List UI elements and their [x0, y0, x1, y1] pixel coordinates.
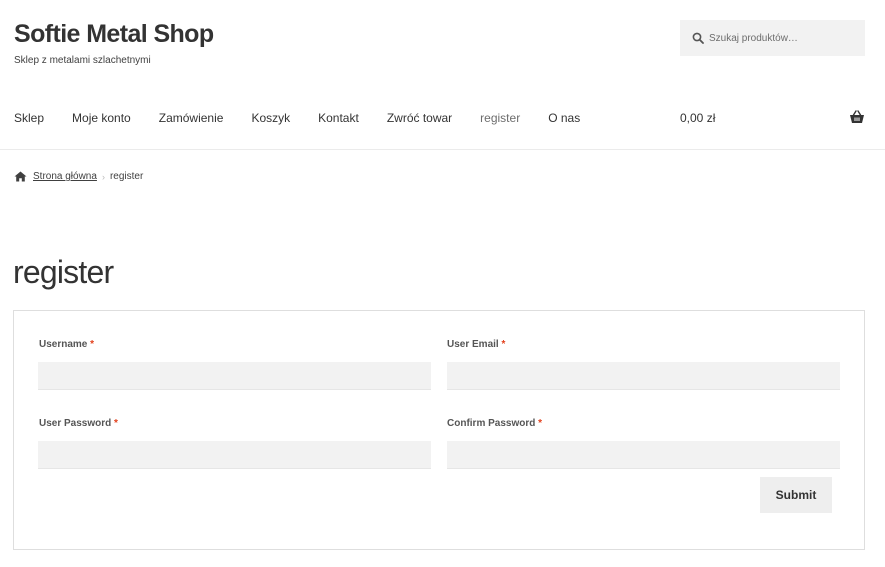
required-marker: * [538, 418, 543, 429]
submit-button[interactable]: Submit [760, 477, 832, 513]
main-navigation: Sklep Moje konto Zamówienie Koszyk Konta… [14, 111, 608, 125]
email-label-text: User Email [447, 339, 499, 350]
search-box[interactable] [680, 20, 865, 56]
breadcrumb-home-link[interactable]: Strona główna [33, 171, 97, 182]
site-title[interactable]: Softie Metal Shop [14, 20, 214, 49]
nav-item-moje-konto[interactable]: Moje konto [72, 111, 131, 125]
email-input[interactable] [447, 362, 840, 390]
required-marker: * [114, 418, 118, 429]
register-form: Username * User Email * User Password * … [13, 310, 865, 550]
nav-item-o-nas[interactable]: O nas [548, 111, 580, 125]
search-input[interactable] [709, 32, 859, 44]
confirm-password-label-text: Confirm Password [447, 418, 536, 429]
home-icon [14, 171, 27, 182]
breadcrumb-separator: › [101, 171, 105, 182]
nav-item-kontakt[interactable]: Kontakt [318, 111, 359, 125]
required-marker: * [501, 339, 506, 350]
confirm-password-input[interactable] [447, 441, 840, 469]
cart-total[interactable]: 0,00 zł [680, 111, 715, 125]
nav-item-sklep[interactable]: Sklep [14, 111, 44, 125]
site-tagline: Sklep z metalami szlachetnymi [14, 55, 151, 66]
page-title: register [13, 254, 114, 290]
breadcrumb: Strona główna › register [14, 171, 143, 182]
basket-icon[interactable] [849, 110, 865, 124]
password-label: User Password * [39, 418, 118, 429]
password-label-text: User Password [39, 418, 112, 429]
username-label-text: Username [39, 339, 88, 350]
required-marker: * [90, 339, 95, 350]
breadcrumb-current: register [109, 171, 144, 182]
username-label: Username * [39, 339, 94, 350]
username-input[interactable] [38, 362, 431, 390]
nav-item-zwroc-towar[interactable]: Zwróć towar [387, 111, 452, 125]
search-icon [692, 32, 704, 44]
email-label: User Email * [447, 339, 505, 350]
nav-item-register[interactable]: register [480, 111, 520, 125]
nav-item-koszyk[interactable]: Koszyk [251, 111, 290, 125]
nav-item-zamowienie[interactable]: Zamówienie [159, 111, 224, 125]
password-input[interactable] [38, 441, 431, 469]
header-divider [0, 149, 885, 150]
confirm-password-label: Confirm Password * [447, 418, 542, 429]
